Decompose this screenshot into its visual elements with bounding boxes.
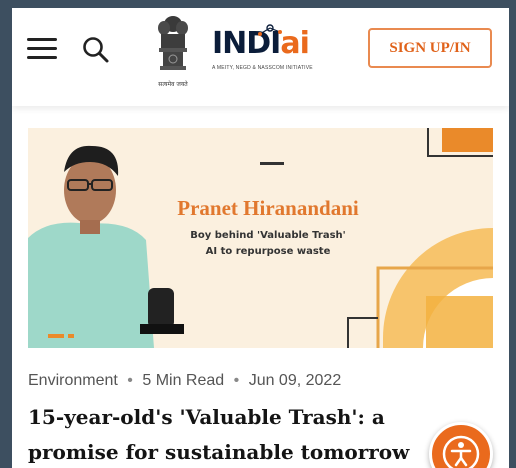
national-emblem: सत्यमेव जयते bbox=[153, 14, 193, 94]
hamburger-menu-icon[interactable] bbox=[27, 38, 59, 60]
article-category[interactable]: Environment bbox=[28, 372, 118, 389]
hero-subtitle: Boy behind 'Valuable Trash' AI to repurp… bbox=[148, 228, 388, 260]
hero-subtitle-line2: AI to repurpose waste bbox=[205, 246, 331, 257]
article-hero-image[interactable]: Pranet Hiranandani Boy behind 'Valuable … bbox=[28, 128, 493, 348]
site-header: सत्यमेव जयते INDIai A MEITY, NEGD & NASS… bbox=[12, 8, 509, 106]
hero-subtitle-line1: Boy behind 'Valuable Trash' bbox=[190, 230, 346, 241]
hero-dash bbox=[260, 162, 284, 165]
indiaai-logo[interactable]: INDIai A MEITY, NEGD & NASSCOM INITIATIV… bbox=[212, 22, 342, 84]
logo-network-icon bbox=[258, 24, 282, 36]
article-date: Jun 09, 2022 bbox=[248, 372, 342, 389]
sign-up-in-button[interactable]: SIGN UP/IN bbox=[368, 28, 492, 68]
hero-person-name: Pranet Hiranandani bbox=[177, 196, 359, 220]
emblem-icon bbox=[158, 16, 188, 70]
article-meta: Environment • 5 Min Read • Jun 09, 2022 bbox=[28, 372, 341, 390]
logo-tagline: A MEITY, NEGD & NASSCOM INITIATIVE bbox=[212, 65, 313, 71]
app-frame: सत्यमेव जयते INDIai A MEITY, NEGD & NASS… bbox=[12, 8, 509, 468]
emblem-caption: सत्यमेव जयते bbox=[158, 81, 188, 88]
meta-separator: • bbox=[233, 372, 240, 389]
article-read-time: 5 Min Read bbox=[142, 372, 225, 389]
accessibility-icon bbox=[442, 435, 480, 468]
search-icon[interactable] bbox=[80, 34, 112, 66]
accessibility-button[interactable] bbox=[429, 422, 493, 468]
meta-separator: • bbox=[127, 372, 133, 389]
article-title[interactable]: 15-year-old's 'Valuable Trash': a promis… bbox=[28, 400, 458, 468]
